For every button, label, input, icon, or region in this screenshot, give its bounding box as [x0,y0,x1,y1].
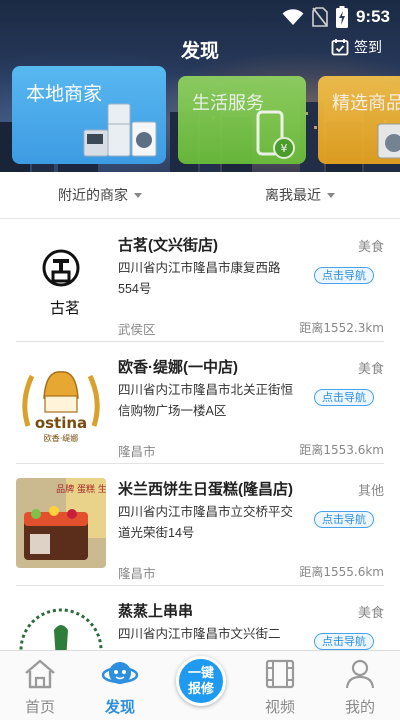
phone-yuan-icon: ¥ [256,110,295,159]
svg-text:古茗: 古茗 [50,299,80,317]
cake-photo: 品牌 蛋糕 生日 [16,478,106,568]
merchant-item[interactable]: ostina 欧香·缇娜 欧香·缇娜(一中店) 美食 四川省内江市隆昌市北关正街… [16,342,384,464]
tab-home[interactable]: 首页 [0,651,80,720]
ostina-logo: ostina 欧香·缇娜 [22,371,100,443]
tab-video[interactable]: 视频 [240,651,320,720]
filter-bar: 附近的商家 离我最近 [0,172,400,219]
merchant-name: 米兰西饼生日蛋糕(隆昌店) [118,481,293,498]
category-cards: 本地商家 生活服务 ¥ 精选商品 [12,66,400,164]
tab-label: 发现 [104,699,135,716]
filter-label: 离我最近 [265,187,321,203]
merchant-thumbnail: ostina 欧香·缇娜 [16,356,106,446]
svg-text:欧香·缇娜: 欧香·缇娜 [44,433,79,443]
navigate-button[interactable]: 点击导航 [314,511,374,528]
tab-label: 视频 [264,699,295,716]
merchant-distance: 距离1553.6km [299,443,384,457]
tab-label: 首页 [24,699,55,716]
status-time: 9:53 [355,7,390,26]
merchant-district: 武侯区 [118,322,156,337]
category-label: 精选商品 [332,93,400,113]
caret-down-icon [134,192,142,198]
appliances-icon [83,103,157,157]
washing-machine-icon [377,123,400,159]
calendar-check-icon [331,39,349,56]
svg-text:品牌 蛋糕 生日: 品牌 蛋糕 生日 [56,483,106,495]
fab-line2: 报修 [187,681,214,696]
planet-icon [101,662,139,684]
merchant-address: 四川省内江市隆昌市立交桥平交道光荣街14号 [118,505,294,540]
navigate-button[interactable]: 点击导航 [314,389,374,406]
category-local-merchants[interactable]: 本地商家 [12,66,166,164]
merchant-name: 蒸蒸上串串 [118,603,194,620]
tab-label: 我的 [344,699,375,716]
navigate-button[interactable]: 点击导航 [314,633,374,650]
skewer-restaurant-logo [19,608,103,650]
merchant-thumbnail: 品牌 蛋糕 生日 [16,478,106,568]
merchant-category: 美食 [357,362,384,377]
merchant-item[interactable]: 古茗 古茗(文兴街店) 美食 四川省内江市隆昌市康复西路554号 点击导航 武侯… [16,220,384,342]
tab-discover[interactable]: 发现 [80,651,160,720]
film-icon [265,659,295,689]
svg-text:¥: ¥ [281,142,288,155]
merchant-list: 古茗 古茗(文兴街店) 美食 四川省内江市隆昌市康复西路554号 点击导航 武侯… [0,220,400,650]
filter-nearby-merchants[interactable]: 附近的商家 [0,172,200,218]
merchant-thumbnail: 古茗 [16,234,106,324]
tab-mine[interactable]: 我的 [320,651,400,720]
merchant-address: 四川省内江市隆昌市文兴街二 [118,627,281,641]
merchant-name: 欧香·缇娜(一中店) [118,359,238,376]
merchant-category: 美食 [357,240,384,255]
navigate-button[interactable]: 点击导航 [314,267,374,284]
merchant-address: 四川省内江市隆昌市北关正街恒信购物广场一楼A区 [118,383,294,418]
header-banner: 9:53 发现 签到 本地商家 生活服务 ¥ 精选商品 [0,0,400,172]
fab-line1: 一键 [187,665,214,680]
caret-down-icon [327,192,335,198]
filter-sort-distance[interactable]: 离我最近 [200,172,400,218]
merchant-name: 古茗(文兴街店) [118,237,218,254]
checkin-label: 签到 [354,40,382,56]
checkin-button[interactable]: 签到 [331,37,382,57]
no-sim-icon [312,7,328,27]
merchant-item[interactable]: 蒸蒸上串串 美食 四川省内江市隆昌市文兴街二 点击导航 [16,586,384,650]
merchant-district: 隆昌市 [118,444,156,459]
merchant-distance: 距离1552.3km [299,321,384,335]
guming-logo: 古茗 [42,249,80,317]
svg-text:ostina: ostina [35,414,87,432]
merchant-category: 其他 [357,484,384,499]
merchant-address: 四川省内江市隆昌市康复西路554号 [118,261,281,296]
filter-label: 附近的商家 [58,187,128,203]
merchant-distance: 距离1555.6km [299,565,384,579]
wifi-icon [282,9,304,25]
battery-charging-icon [335,6,348,28]
merchant-district: 隆昌市 [118,566,156,581]
category-life-services[interactable]: 生活服务 ¥ [178,76,306,164]
category-selected-goods[interactable]: 精选商品 [318,76,400,164]
user-icon [345,659,375,689]
one-click-repair-button[interactable]: 一键 报修 [176,656,226,706]
merchant-thumbnail [16,600,106,650]
home-icon [25,659,55,689]
merchant-item[interactable]: 品牌 蛋糕 生日 米兰西饼生日蛋糕(隆昌店) 其他 四川省内江市隆昌市立交桥平交… [16,464,384,586]
status-bar: 9:53 [0,0,400,36]
merchant-category: 美食 [357,606,384,621]
